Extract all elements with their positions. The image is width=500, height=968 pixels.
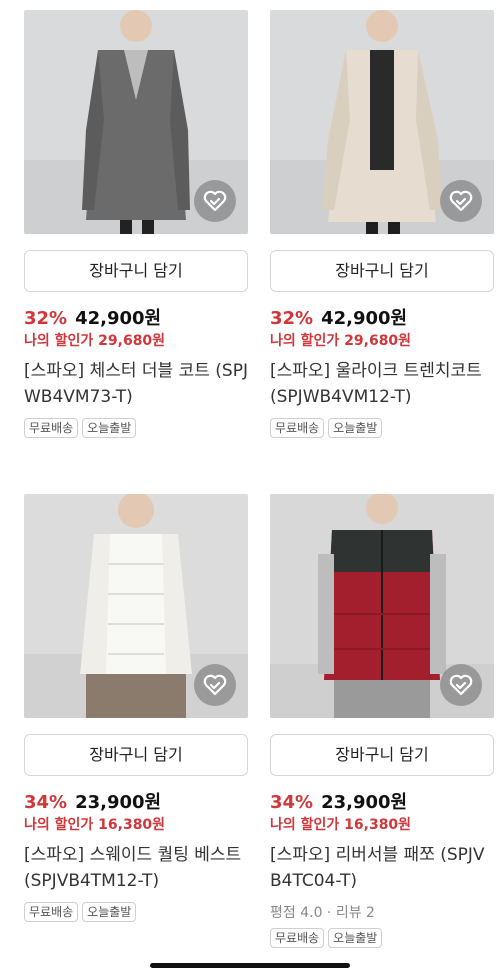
add-to-cart-button[interactable]: 장바구니 담기 — [270, 250, 494, 292]
product-title[interactable]: [스파오] 스웨이드 퀄팅 베스트 (SPJVB4TM12-T) — [24, 842, 248, 894]
home-indicator — [150, 963, 350, 968]
price-row: 34% 23,900원 — [24, 788, 248, 813]
wishlist-button[interactable] — [194, 664, 236, 706]
sale-price: 42,900원 — [75, 308, 162, 329]
tag-ship-today: 오늘출발 — [82, 418, 137, 438]
product-card[interactable]: 장바구니 담기 32% 42,900원 나의 할인가 29,680원 [스파오]… — [24, 0, 248, 438]
sale-price: 23,900원 — [321, 792, 408, 813]
my-discount-price: 나의 할인가 16,380원 — [24, 817, 166, 833]
tag-list: 무료배송 오늘출발 — [270, 418, 494, 438]
discount-rate: 34% — [24, 792, 68, 813]
add-to-cart-button[interactable]: 장바구니 담기 — [270, 734, 494, 776]
heart-check-icon — [203, 190, 227, 212]
tag-list: 무료배송 오늘출발 — [24, 418, 248, 438]
wishlist-button[interactable] — [440, 664, 482, 706]
product-card[interactable]: 장바구니 담기 34% 23,900원 나의 할인가 16,380원 [스파오]… — [24, 494, 248, 922]
wishlist-button[interactable] — [194, 180, 236, 222]
product-title[interactable]: [스파오] 울라이크 트렌치코트 (SPJWB4VM12-T) — [270, 358, 494, 410]
product-image[interactable] — [24, 10, 248, 234]
tag-free-shipping: 무료배송 — [24, 418, 79, 438]
price-row: 32% 42,900원 — [270, 304, 494, 329]
product-title[interactable]: [스파오] 리버서블 패쪼 (SPJVB4TC04-T) — [270, 842, 494, 894]
product-image[interactable] — [270, 494, 494, 718]
product-image[interactable] — [270, 10, 494, 234]
discount-rate: 32% — [270, 308, 314, 329]
sale-price: 23,900원 — [75, 792, 162, 813]
discount-rate: 32% — [24, 308, 68, 329]
tag-ship-today: 오늘출발 — [82, 902, 137, 922]
tag-free-shipping: 무료배송 — [24, 902, 79, 922]
product-image[interactable] — [24, 494, 248, 718]
tag-list: 무료배송 오늘출발 — [270, 928, 494, 948]
my-discount-price: 나의 할인가 29,680원 — [270, 333, 412, 349]
product-card[interactable]: 장바구니 담기 34% 23,900원 나의 할인가 16,380원 [스파오]… — [270, 494, 494, 948]
price-row: 32% 42,900원 — [24, 304, 248, 329]
product-card[interactable]: 장바구니 담기 32% 42,900원 나의 할인가 29,680원 [스파오]… — [270, 0, 494, 438]
heart-check-icon — [449, 674, 473, 696]
tag-free-shipping: 무료배송 — [270, 418, 325, 438]
add-to-cart-button[interactable]: 장바구니 담기 — [24, 734, 248, 776]
rating-review: 평점 4.0 · 리뷰 2 — [270, 905, 375, 921]
tag-ship-today: 오늘출발 — [328, 928, 383, 948]
heart-check-icon — [449, 190, 473, 212]
add-to-cart-button[interactable]: 장바구니 담기 — [24, 250, 248, 292]
tag-ship-today: 오늘출발 — [328, 418, 383, 438]
discount-rate: 34% — [270, 792, 314, 813]
wishlist-button[interactable] — [440, 180, 482, 222]
my-discount-price: 나의 할인가 29,680원 — [24, 333, 166, 349]
price-row: 34% 23,900원 — [270, 788, 494, 813]
tag-list: 무료배송 오늘출발 — [24, 902, 248, 922]
sale-price: 42,900원 — [321, 308, 408, 329]
my-discount-price: 나의 할인가 16,380원 — [270, 817, 412, 833]
heart-check-icon — [203, 674, 227, 696]
product-title[interactable]: [스파오] 체스터 더블 코트 (SPJWB4VM73-T) — [24, 358, 248, 410]
tag-free-shipping: 무료배송 — [270, 928, 325, 948]
